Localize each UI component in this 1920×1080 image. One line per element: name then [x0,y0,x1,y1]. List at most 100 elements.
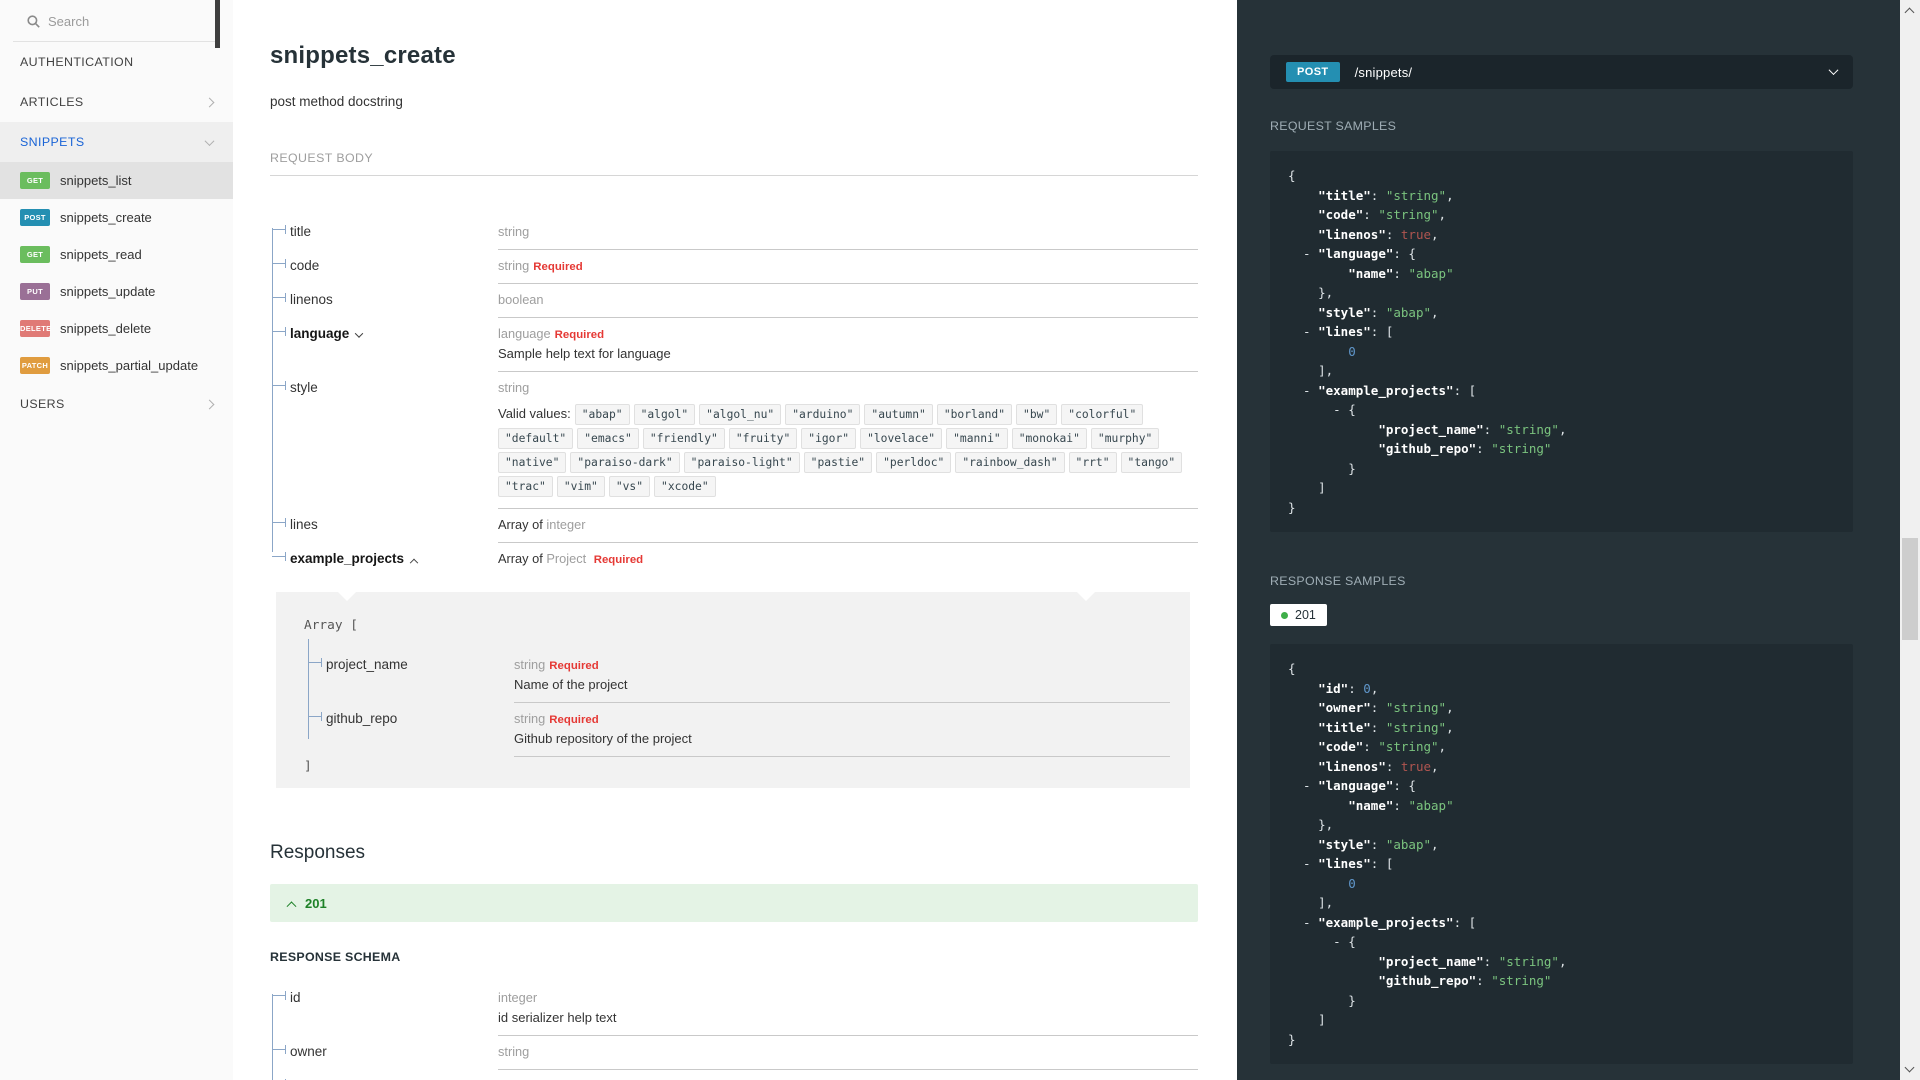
enum-value: "rainbow_dash" [955,452,1065,473]
code-line: "name": "abap" [1348,265,1454,281]
code-line: }, [1288,817,1334,832]
enum-value: "algol_nu" [699,404,782,425]
scrollbar-thumb[interactable] [1902,538,1918,640]
sidebar-group-users[interactable]: USERS [0,384,233,424]
sidebar-item-snippets_list[interactable]: GET snippets_list [0,162,233,199]
method-badge-get: GET [20,246,50,263]
method-badge-patch: PATCH [20,357,50,374]
code-line: "github_repo": "string" [1378,973,1552,988]
field-name-lines: lines [272,509,498,543]
sidebar-group-authentication[interactable]: AUTHENTICATION [0,42,233,82]
main-content: snippets_create post method docstring RE… [233,0,1237,1080]
status-dot-icon [1281,611,1288,619]
field-description: Name of the project [514,677,628,692]
sidebar-item-snippets_partial_update[interactable]: PATCH snippets_partial_update [0,347,233,384]
field-meta-id: integer id serializer help text [498,982,1198,1036]
response-sample-201-tab[interactable]: 201 [1270,604,1327,626]
enum-value: "rrt" [1068,452,1117,473]
array-schema-box: Array [ project_name string Required Name o… [276,592,1190,788]
field-row-id: id integer id serializer help text [272,982,1198,1036]
chevron-up-icon [409,558,419,568]
sidebar-item-snippets_delete[interactable]: DELETE snippets_delete [0,310,233,347]
code-line: ], [1288,363,1334,378]
sidebar-menu: AUTHENTICATION ARTICLES SNIPPETS GET snippet… [0,42,233,424]
field-description: id serializer help text [498,1010,617,1025]
field-type: string Required [514,657,599,672]
page-title: snippets_create [270,42,456,69]
operation-name: snippets_list [60,173,132,188]
field-type: integer [498,990,538,1005]
chevron-up-icon [286,900,297,911]
tree-connector [272,991,286,1000]
code-line: "style": "abap", [1318,304,1439,320]
enum-value: "colorful" [1061,404,1144,425]
code-line: 0 [1348,875,1356,891]
chevron-down-icon [204,135,215,146]
tree-connector [272,327,286,336]
request-sample-code[interactable]: { "title": "string", "code": "string", "… [1270,151,1853,532]
field-row-example_projects: example_projects Array of Project Require… [272,543,1198,576]
group-label: ARTICLES [20,95,84,109]
sidebar-group-articles[interactable]: ARTICLES [0,82,233,122]
field-row-linenos: linenos boolean [272,284,1198,318]
chevron-right-icon [204,97,215,107]
field-name-example_projects[interactable]: example_projects [272,543,498,576]
response-code: 201 [305,895,327,911]
code-line: ], [1288,895,1334,910]
code-line: - "example_projects": [ [1288,382,1477,398]
field-row-code: code string Required [272,250,1198,284]
field-name-style: style [272,372,498,509]
field-name-github_repo: github_repo [308,703,514,757]
operation-name: snippets_update [60,284,156,299]
response-sample-code[interactable]: { "id": 0, "owner": "string", "title": "… [1270,644,1853,1064]
tree-connector [272,259,286,268]
group-label: USERS [20,397,65,411]
code-line: - "language": { [1288,246,1416,261]
response-schema-label: RESPONSE SCHEMA [270,950,401,964]
enum-value: "paraiso-dark" [570,452,680,473]
right-panel: POST /snippets/ REQUEST SAMPLES { "title… [1237,0,1900,1080]
tree-connector [272,552,286,561]
field-type: language Required [498,326,605,341]
sidebar-item-snippets_read[interactable]: GET snippets_read [0,236,233,273]
tree-connector [272,381,286,390]
field-meta-code: string Required [498,250,1198,284]
page-scrollbar[interactable] [1900,0,1920,1080]
field-name-title: title [285,1070,498,1080]
code-line: { [1288,168,1296,183]
request-samples-label: REQUEST SAMPLES [1270,119,1397,133]
sidebar: Search AUTHENTICATION ARTICLES SNIPPETS GET… [0,0,233,1080]
enum-value: "algol" [633,404,696,425]
code-line: - { [1288,934,1356,949]
scroll-up-arrow-icon[interactable] [1904,7,1915,18]
response-201-banner[interactable]: 201 [270,884,1198,922]
field-meta-title: string [498,216,1198,250]
code-line: "github_repo": "string" [1378,441,1552,456]
field-name-language[interactable]: language [272,318,498,372]
tree-connector [308,712,322,721]
endpoint-dropdown[interactable]: POST /snippets/ [1270,55,1853,89]
field-row-title: titlestring [272,216,1198,250]
search-input[interactable]: Search [13,0,219,42]
code-line: "code": "string", [1318,739,1447,754]
scroll-down-arrow-icon[interactable] [1904,1062,1915,1073]
sidebar-item-snippets_update[interactable]: PUT snippets_update [0,273,233,310]
request-body-fields: title string code string Required linenos bool… [270,216,1198,576]
sidebar-scrollbar-thumb[interactable] [215,0,220,48]
field-description: Github repository of the project [514,731,692,746]
field-name-project_name: project_name [308,649,514,703]
code-line: 0 [1348,343,1356,359]
endpoint-path: /snippets/ [1354,64,1413,80]
field-name-title: title [272,216,498,250]
enum-value: "manni" [946,428,1008,449]
sidebar-item-snippets_create[interactable]: POST snippets_create [0,199,233,236]
enum-value: "friendly" [642,428,725,449]
field-name-id: id [272,982,498,1036]
field-meta-title: string [498,1070,1198,1080]
field-meta-project_name: string Required Name of the project [514,649,1170,703]
sidebar-group-snippets[interactable]: SNIPPETS [0,122,233,162]
enum-value: "native" [498,452,567,473]
enum-value: "default" [498,428,574,449]
enum-value: "vs" [608,476,651,497]
code-line: "title": "string", [1318,187,1454,203]
